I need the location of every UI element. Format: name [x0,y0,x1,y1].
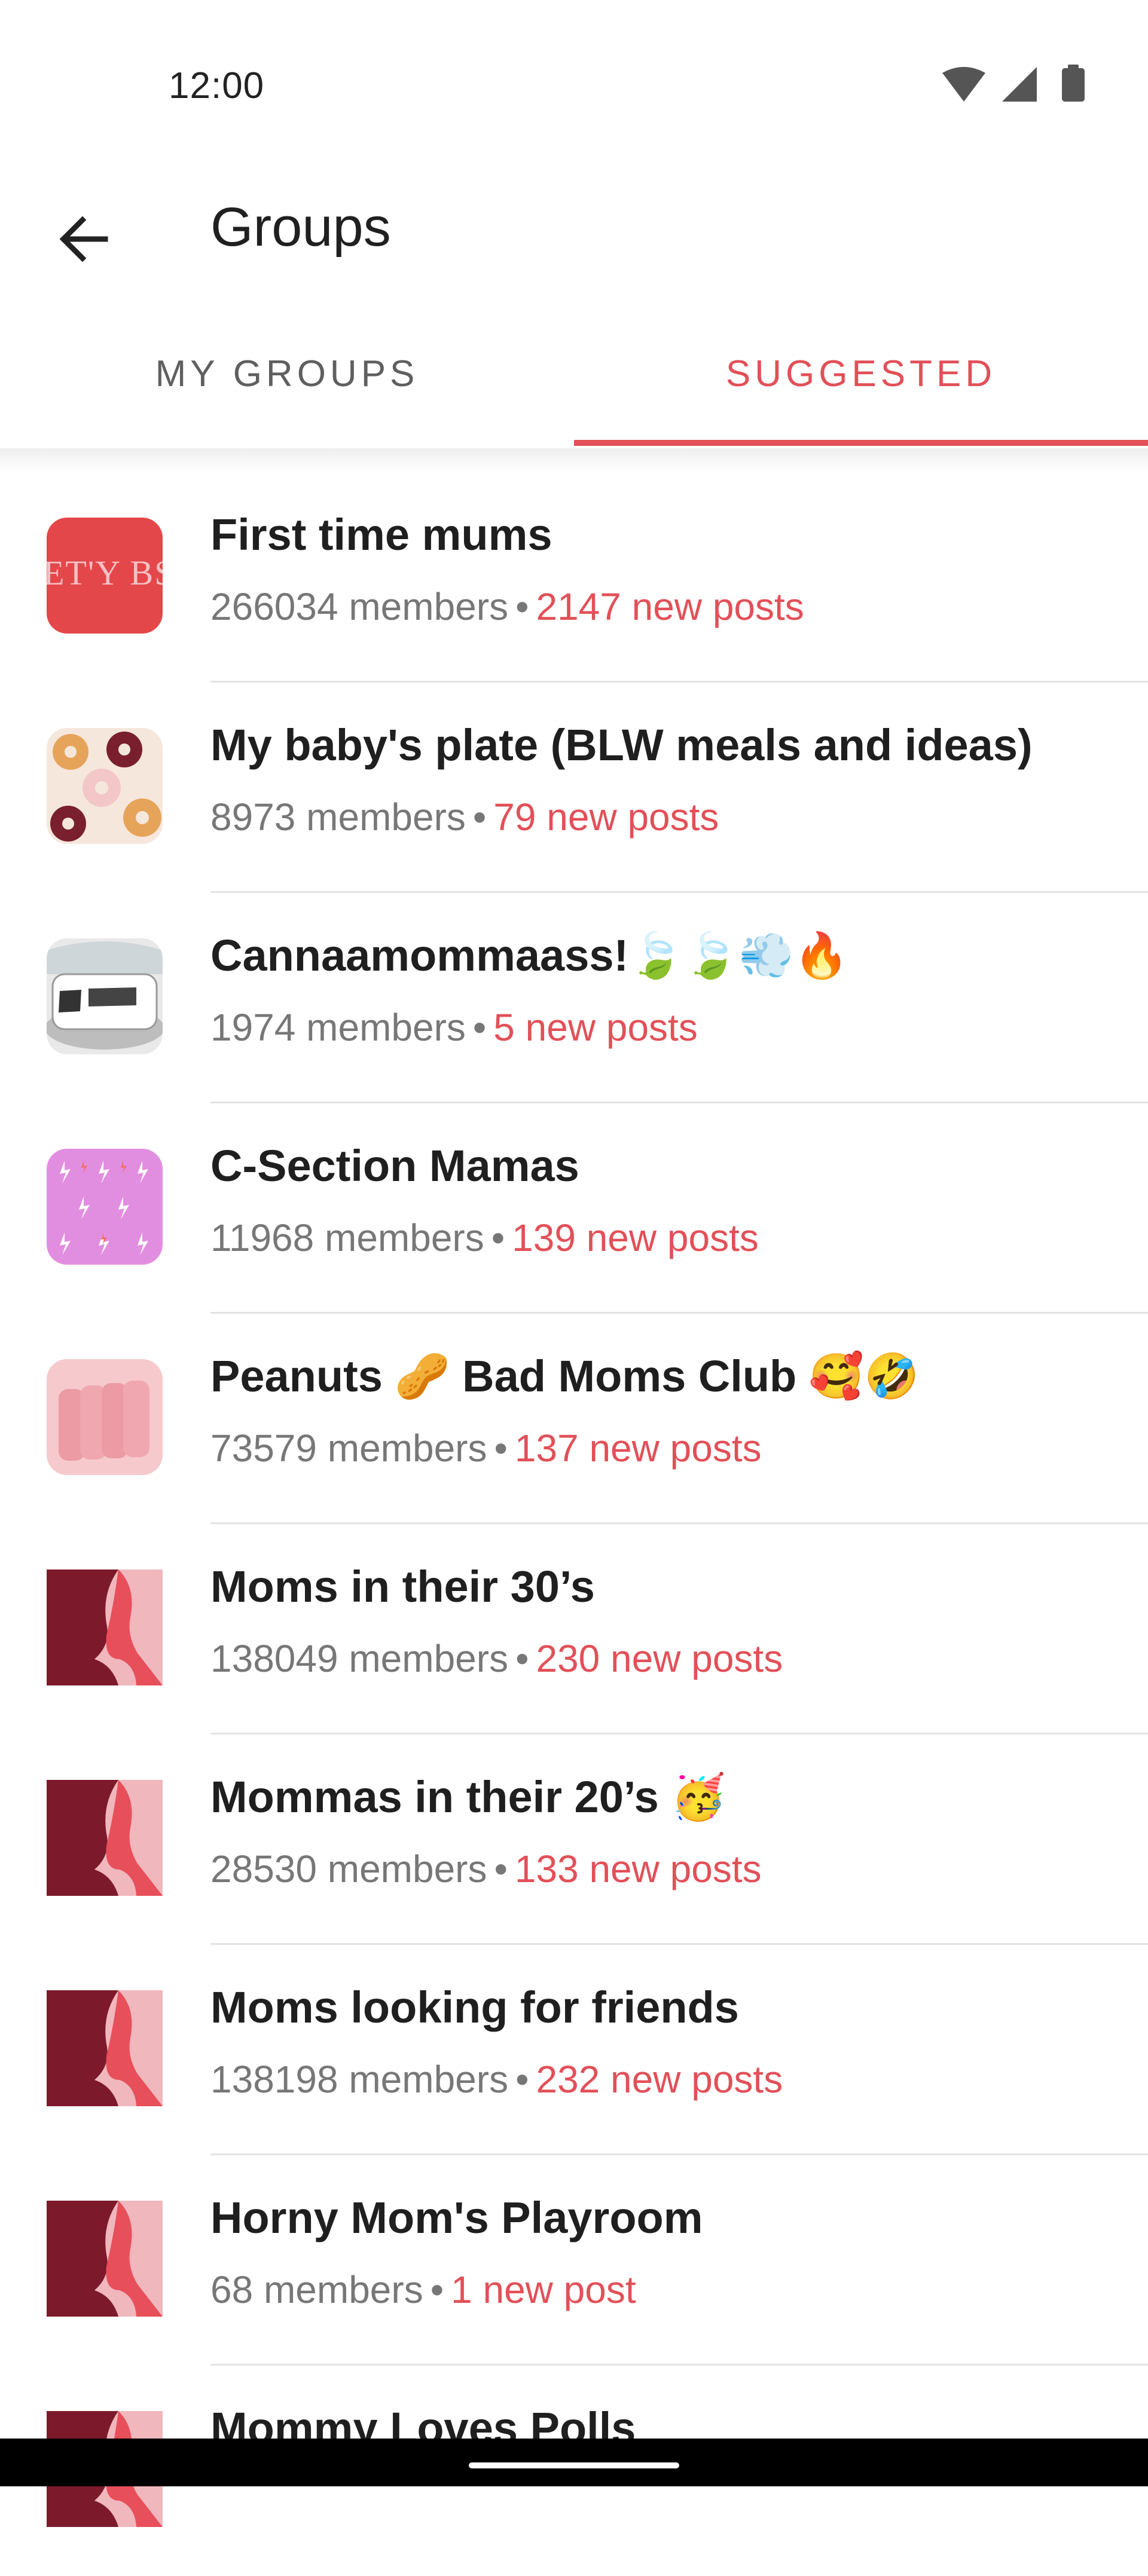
separator: • [494,1847,508,1890]
new-posts-count: 232 new posts [536,2058,783,2101]
separator: • [515,1637,529,1680]
arrow-left-icon[interactable] [43,197,127,281]
wifi-icon [942,67,985,102]
separator: • [491,1216,505,1259]
group-thumbnail [47,1570,163,1685]
group-thumbnail [47,2201,163,2317]
group-meta: 73579 members • 137 new posts [210,1426,762,1470]
group-thumbnail [47,728,163,844]
separator: • [472,796,487,839]
separator: • [430,2268,444,2311]
group-row[interactable]: Peanuts 🥜 Bad Moms Club 🥰🤣 73579 members… [0,1314,1148,1524]
group-row[interactable]: C-Section Mamas 11968 members • 139 new po… [0,1103,1148,1314]
group-meta: 8973 members • 79 new posts [210,795,719,839]
status-icons [940,65,1095,108]
new-posts-count: 230 new posts [536,1637,783,1680]
separator: • [472,1006,487,1049]
member-count: 11968 members [210,1216,484,1259]
member-count: 28530 members [210,1847,487,1890]
separator: • [515,585,529,628]
tab-suggested[interactable]: SUGGESTED [574,299,1148,448]
group-meta: 68 members • 1 new post [210,2268,636,2312]
member-count: 8973 members [210,796,466,839]
status-bar: 12:00 [0,0,1148,155]
status-time: 12:00 [169,65,265,106]
group-name: Cannaamommaass!🍃🍃💨🔥 [210,931,849,980]
new-posts-count: 133 new posts [514,1847,762,1890]
group-meta: 138198 members • 232 new posts [210,2057,783,2101]
group-meta: 28530 members • 133 new posts [210,1847,762,1891]
new-posts-count: 1 new post [451,2268,636,2311]
separator: • [515,2058,529,2101]
group-name: Moms looking for friends [210,1983,739,2032]
group-list[interactable]: ET'Y BS TH First time mums 266034 member… [0,472,1148,2576]
new-posts-count: 139 new posts [512,1216,759,1259]
page-title: Groups [210,197,391,258]
group-name: Horny Mom's Playroom [210,2193,703,2242]
tab-bar: MY GROUPS SUGGESTED [0,299,1148,449]
member-count: 138049 members [210,1637,509,1680]
group-name: First time mums [210,510,552,559]
svg-text:ET'Y BS TH: ET'Y BS TH [47,553,163,592]
group-row[interactable]: Horny Mom's Playroom 68 members • 1 new po… [0,2155,1148,2366]
group-name: Moms in their 30’s [210,1562,595,1611]
group-thumbnail [47,1359,163,1475]
member-count: 138198 members [210,2058,509,2101]
group-name: Mommas in their 20’s 🥳 [210,1772,726,1822]
group-thumbnail [47,1149,163,1265]
member-count: 68 members [210,2268,423,2311]
group-meta: 266034 members • 2147 new posts [210,585,804,629]
group-name: Peanuts 🥜 Bad Moms Club 🥰🤣 [210,1351,920,1401]
group-thumbnail [47,1990,163,2106]
group-thumbnail [47,1780,163,1896]
group-meta: 1974 members • 5 new posts [210,1005,698,1050]
battery-icon [1062,68,1085,102]
separator: • [494,1427,508,1470]
member-count: 266034 members [210,585,509,628]
group-row[interactable]: Cannaamommaass!🍃🍃💨🔥 1974 members • 5 new p… [0,893,1148,1103]
group-meta: 11968 members • 139 new posts [210,1216,759,1260]
member-count: 1974 members [210,1006,466,1049]
new-posts-count: 79 new posts [493,796,719,839]
group-row[interactable]: Moms looking for friends 138198 members •… [0,1945,1148,2155]
tab-my-groups[interactable]: MY GROUPS [0,299,574,448]
group-name: My baby's plate (BLW meals and ideas) [210,720,1033,770]
tab-indicator [574,440,1148,446]
new-posts-count: 5 new posts [493,1006,698,1049]
group-meta: 138049 members • 230 new posts [210,1636,783,1681]
group-thumbnail: ET'Y BS TH [47,518,163,634]
new-posts-count: 2147 new posts [536,585,804,628]
system-nav-bar [0,2439,1148,2486]
group-row[interactable]: Mommas in their 20’s 🥳 28530 members • 133… [0,1734,1148,1945]
home-gesture-handle[interactable] [469,2462,679,2468]
member-count: 73579 members [210,1427,487,1470]
group-name: C-Section Mamas [210,1141,579,1191]
group-thumbnail [47,938,163,1054]
signal-icon [1002,67,1037,102]
app-bar: Groups [0,155,1148,299]
group-row[interactable]: ET'Y BS TH First time mums 266034 member… [0,472,1148,683]
new-posts-count: 137 new posts [514,1427,762,1470]
group-row[interactable]: Moms in their 30’s 138049 members • 230 ne… [0,1524,1148,1734]
group-row[interactable]: My baby's plate (BLW meals and ideas) 89… [0,683,1148,893]
